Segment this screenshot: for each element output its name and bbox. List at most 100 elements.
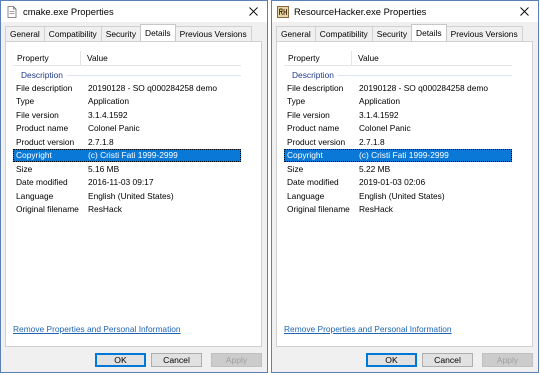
remove-properties-link[interactable]: Remove Properties and Personal Informati… bbox=[284, 324, 452, 334]
list-item[interactable]: File version 3.1.4.1592 bbox=[284, 108, 512, 122]
properties-window-cmake: cmake.exe Properties General Compatibili… bbox=[0, 0, 268, 373]
tab-details[interactable]: Details bbox=[411, 24, 447, 41]
list-item[interactable]: File description 20190128 - SO q000284258… bbox=[284, 81, 512, 95]
group-description: Description bbox=[284, 68, 512, 81]
list-item[interactable]: Date modified 2019-01-03 02:06 bbox=[284, 176, 512, 190]
tab-compatibility[interactable]: Compatibility bbox=[314, 26, 373, 41]
property-value: 2019-01-03 02:06 bbox=[359, 177, 426, 188]
cancel-button[interactable]: Cancel bbox=[422, 353, 473, 367]
properties-window-resourcehacker: ResourceHacker.exe Properties General Co… bbox=[271, 0, 539, 373]
list-item[interactable]: Product name Colonel Panic bbox=[13, 122, 241, 136]
window-title: cmake.exe Properties bbox=[23, 6, 114, 17]
column-header-property[interactable]: Property bbox=[13, 51, 81, 65]
apply-button[interactable]: Apply bbox=[482, 353, 533, 367]
tab-security[interactable]: Security bbox=[371, 26, 413, 41]
property-value: (c) Cristi Fati 1999-2999 bbox=[359, 150, 449, 161]
list-item[interactable]: Date modified 2016-11-03 09:17 bbox=[13, 176, 241, 190]
list-item[interactable]: Size 5.16 MB bbox=[13, 162, 241, 176]
property-name: Language bbox=[287, 190, 325, 201]
property-name: Type bbox=[16, 96, 35, 107]
property-value: (c) Cristi Fati 1999-2999 bbox=[88, 150, 178, 161]
tab-details[interactable]: Details bbox=[140, 24, 176, 41]
property-value: ResHack bbox=[88, 204, 122, 215]
list-item[interactable]: Size 5.22 MB bbox=[284, 162, 512, 176]
list-item[interactable]: Type Application bbox=[284, 95, 512, 109]
tab-strip: General Compatibility Security Details P… bbox=[276, 24, 523, 41]
property-value: 5.16 MB bbox=[88, 163, 120, 174]
close-button[interactable] bbox=[239, 1, 267, 22]
list-item-selected[interactable]: Copyright (c) Cristi Fati 1999-2999 bbox=[13, 148, 241, 162]
title-bar[interactable]: cmake.exe Properties bbox=[1, 1, 267, 22]
list-item[interactable]: Product version 2.7.1.8 bbox=[284, 135, 512, 149]
tab-general[interactable]: General bbox=[276, 26, 316, 41]
list-item[interactable]: Original filename ResHack bbox=[13, 203, 241, 217]
list-item[interactable]: File description 20190128 - SO q000284258… bbox=[13, 81, 241, 95]
list-item[interactable]: File version 3.1.4.1592 bbox=[13, 108, 241, 122]
property-value: 20190128 - SO q000284258 demo bbox=[88, 82, 217, 93]
details-list[interactable]: Property Value Description File descript… bbox=[13, 51, 241, 216]
property-name: File description bbox=[16, 82, 73, 93]
list-item[interactable]: Original filename ResHack bbox=[284, 203, 512, 217]
close-button[interactable] bbox=[510, 1, 538, 22]
tab-previous-versions[interactable]: Previous Versions bbox=[445, 26, 523, 41]
remove-properties-link[interactable]: Remove Properties and Personal Informati… bbox=[13, 324, 181, 334]
property-value: 5.22 MB bbox=[359, 163, 391, 174]
group-description: Description bbox=[13, 68, 241, 81]
tab-security[interactable]: Security bbox=[100, 26, 142, 41]
property-value: Application bbox=[359, 96, 400, 107]
property-name: Product version bbox=[287, 136, 346, 147]
property-name: Type bbox=[287, 96, 306, 107]
resource-hacker-icon bbox=[277, 5, 289, 18]
property-name: Date modified bbox=[16, 177, 68, 188]
property-name: Date modified bbox=[287, 177, 339, 188]
cancel-button[interactable]: Cancel bbox=[151, 353, 202, 367]
tab-compatibility[interactable]: Compatibility bbox=[43, 26, 102, 41]
property-name: Size bbox=[16, 163, 33, 174]
column-header-value[interactable]: Value bbox=[81, 53, 108, 63]
property-value: 2016-11-03 09:17 bbox=[88, 177, 154, 188]
apply-button[interactable]: Apply bbox=[211, 353, 262, 367]
property-name: File version bbox=[287, 109, 330, 120]
property-name: Original filename bbox=[16, 204, 79, 215]
details-panel: Property Value Description File descript… bbox=[5, 41, 262, 347]
close-icon bbox=[248, 7, 258, 16]
property-value: 3.1.4.1592 bbox=[88, 109, 128, 120]
column-header-property[interactable]: Property bbox=[284, 51, 352, 65]
property-value: 3.1.4.1592 bbox=[359, 109, 399, 120]
tab-strip: General Compatibility Security Details P… bbox=[5, 24, 252, 41]
property-name: Size bbox=[287, 163, 304, 174]
details-panel: Property Value Description File descript… bbox=[276, 41, 533, 347]
list-item[interactable]: Type Application bbox=[13, 95, 241, 109]
list-item[interactable]: Product version 2.7.1.8 bbox=[13, 135, 241, 149]
property-value: Application bbox=[88, 96, 129, 107]
property-value: 20190128 - SO q000284258 demo bbox=[359, 82, 488, 93]
ok-button[interactable]: OK bbox=[95, 353, 146, 367]
list-item-selected[interactable]: Copyright (c) Cristi Fati 1999-2999 bbox=[284, 148, 512, 162]
property-value: 2.7.1.8 bbox=[88, 136, 114, 147]
document-icon bbox=[6, 5, 18, 18]
property-name: Copyright bbox=[16, 150, 52, 161]
list-item[interactable]: Language English (United States) bbox=[13, 189, 241, 203]
property-value: English (United States) bbox=[359, 190, 445, 201]
property-value: English (United States) bbox=[88, 190, 174, 201]
property-name: Product version bbox=[16, 136, 75, 147]
property-name: Product name bbox=[287, 123, 340, 134]
property-name: Language bbox=[16, 190, 54, 201]
property-name: File version bbox=[16, 109, 59, 120]
list-item[interactable]: Language English (United States) bbox=[284, 189, 512, 203]
close-icon bbox=[519, 7, 529, 16]
property-name: Copyright bbox=[287, 150, 323, 161]
property-value: ResHack bbox=[359, 204, 393, 215]
tab-general[interactable]: General bbox=[5, 26, 45, 41]
title-bar[interactable]: ResourceHacker.exe Properties bbox=[272, 1, 538, 22]
tab-previous-versions[interactable]: Previous Versions bbox=[174, 26, 252, 41]
list-item[interactable]: Product name Colonel Panic bbox=[284, 122, 512, 136]
window-title: ResourceHacker.exe Properties bbox=[294, 6, 427, 17]
property-name: Product name bbox=[16, 123, 69, 134]
column-header-value[interactable]: Value bbox=[352, 53, 379, 63]
list-header: Property Value bbox=[284, 51, 512, 66]
ok-button[interactable]: OK bbox=[366, 353, 417, 367]
details-list[interactable]: Property Value Description File descript… bbox=[284, 51, 512, 216]
list-header: Property Value bbox=[13, 51, 241, 66]
property-name: Original filename bbox=[287, 204, 350, 215]
